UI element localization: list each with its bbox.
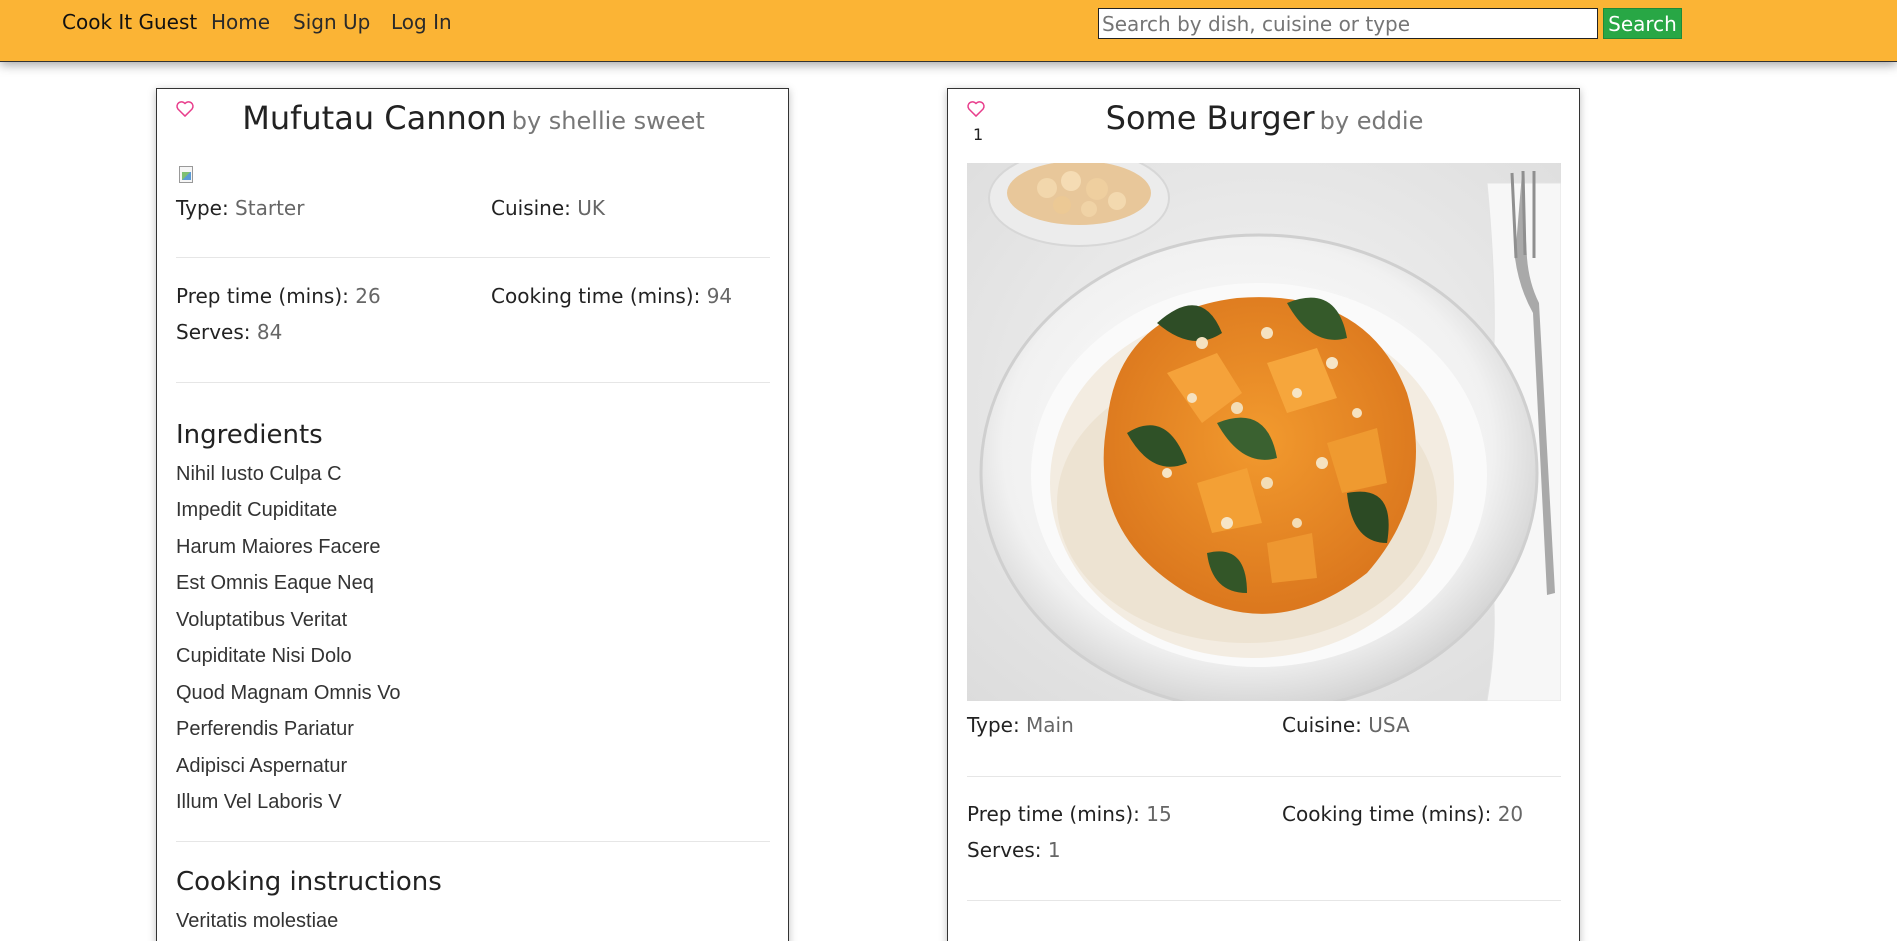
- search-input[interactable]: [1098, 8, 1598, 39]
- divider: [176, 841, 770, 842]
- prep-time-field: Prep time (mins): 15: [967, 802, 1172, 826]
- ingredients-heading: Ingredients: [176, 420, 323, 450]
- cooking-time-field: Cooking time (mins): 94: [491, 284, 732, 308]
- curry-dish-photo: [967, 163, 1561, 701]
- serves-value: 84: [256, 320, 283, 344]
- recipe-title: Mufutau Cannon by shellie sweet: [157, 99, 788, 137]
- ingredient-item: Illum Vel Laboris V: [176, 791, 342, 813]
- cooking-time-field: Cooking time (mins): 20: [1282, 802, 1523, 826]
- recipe-title: Some Burger by eddie: [948, 99, 1579, 137]
- cuisine-label: Cuisine:: [1282, 713, 1362, 737]
- serves-field: Serves: 84: [176, 320, 282, 344]
- ingredient-item: Perferendis Pariatur: [176, 718, 354, 740]
- instruction-item: Veritatis molestiae: [176, 910, 339, 932]
- cooking-time-label: Cooking time (mins):: [491, 284, 701, 308]
- ingredient-item: Impedit Cupiditate: [176, 499, 338, 521]
- type-value: Main: [1026, 713, 1074, 737]
- broken-image-icon: [177, 165, 197, 185]
- navbar: Cook It Guest Home Sign Up Log In Search: [0, 0, 1897, 62]
- divider: [176, 382, 770, 383]
- serves-label: Serves:: [967, 838, 1042, 862]
- divider: [176, 257, 770, 258]
- prep-time-value: 15: [1146, 802, 1172, 826]
- author-name: by shellie sweet: [511, 107, 705, 135]
- cuisine-field: Cuisine: USA: [1282, 713, 1410, 737]
- type-label: Type:: [176, 196, 229, 220]
- ingredient-item: Voluptatibus Veritat: [176, 609, 348, 631]
- dish-name[interactable]: Some Burger: [1106, 99, 1315, 137]
- ingredient-item: Cupiditate Nisi Dolo: [176, 645, 352, 667]
- prep-time-value: 26: [355, 284, 381, 308]
- divider: [967, 900, 1561, 901]
- recipe-card-some-burger: 1 Some Burger by eddie Type: Main Cuisin…: [947, 88, 1580, 941]
- cuisine-value: USA: [1368, 713, 1410, 737]
- cuisine-value: UK: [577, 196, 606, 220]
- author-name: by eddie: [1319, 107, 1424, 135]
- recipe-card-mufutau-cannon: Mufutau Cannon by shellie sweet Type: St…: [156, 88, 789, 941]
- serves-field: Serves: 1: [967, 838, 1061, 862]
- serves-label: Serves:: [176, 320, 251, 344]
- divider: [967, 776, 1561, 777]
- ingredient-item: Adipisci Aspernatur: [176, 755, 348, 777]
- cuisine-field: Cuisine: UK: [491, 196, 605, 220]
- type-value: Starter: [235, 196, 305, 220]
- prep-time-label: Prep time (mins):: [176, 284, 349, 308]
- prep-time-label: Prep time (mins):: [967, 802, 1140, 826]
- nav-signup-link[interactable]: Sign Up: [293, 10, 370, 34]
- ingredient-item: Quod Magnam Omnis Vo: [176, 682, 401, 704]
- search-button[interactable]: Search: [1603, 8, 1682, 39]
- type-label: Type:: [967, 713, 1020, 737]
- brand-link[interactable]: Cook It Guest: [62, 10, 197, 34]
- prep-time-field: Prep time (mins): 26: [176, 284, 381, 308]
- dish-name[interactable]: Mufutau Cannon: [242, 99, 506, 137]
- nav-login-link[interactable]: Log In: [391, 10, 452, 34]
- serves-value: 1: [1047, 838, 1061, 862]
- ingredient-item: Harum Maiores Facere: [176, 536, 381, 558]
- nav-home-link[interactable]: Home: [211, 10, 270, 34]
- cooking-time-label: Cooking time (mins):: [1282, 802, 1492, 826]
- ingredient-item: Nihil Iusto Culpa C: [176, 463, 342, 485]
- cooking-time-value: 20: [1497, 802, 1524, 826]
- type-field: Type: Main: [967, 713, 1074, 737]
- cuisine-label: Cuisine:: [491, 196, 571, 220]
- ingredient-item: Est Omnis Eaque Neq: [176, 572, 374, 594]
- cooking-time-value: 94: [706, 284, 733, 308]
- instructions-heading: Cooking instructions: [176, 867, 442, 897]
- type-field: Type: Starter: [176, 196, 304, 220]
